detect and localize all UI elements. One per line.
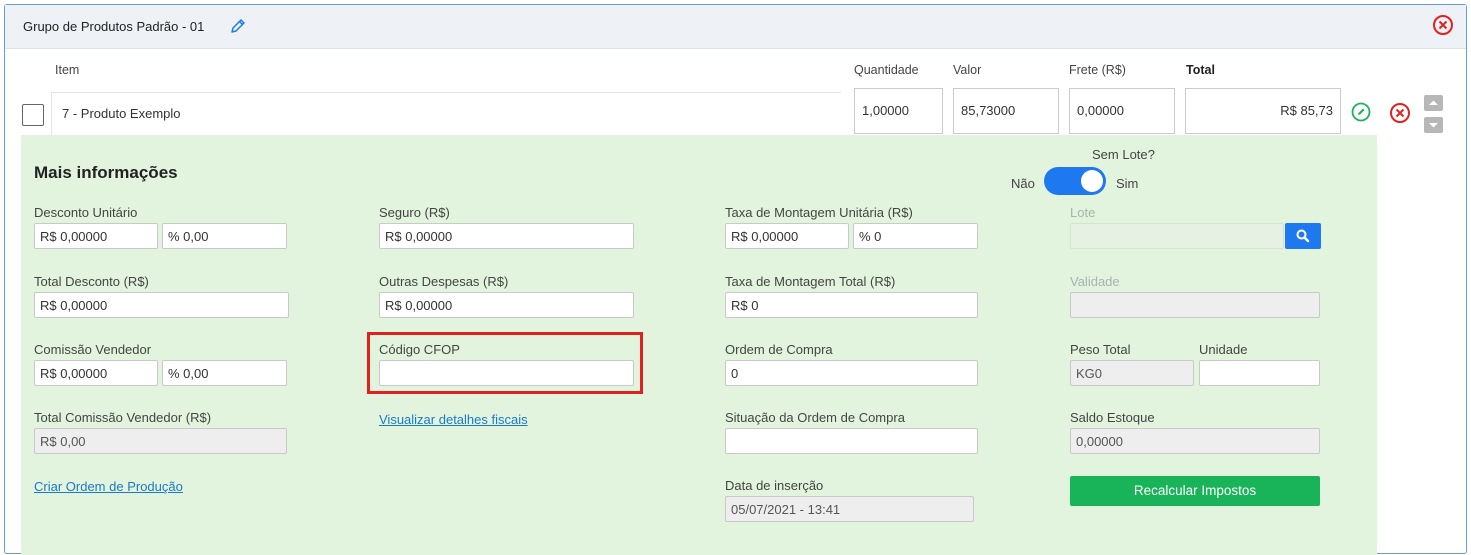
remove-row-icon[interactable] bbox=[1389, 102, 1411, 124]
comissao-vendedor-input[interactable]: R$ 0,00000 bbox=[34, 360, 158, 386]
col-header-valor: Valor bbox=[953, 63, 982, 77]
close-panel-icon[interactable] bbox=[1432, 14, 1454, 36]
row-select-checkbox[interactable] bbox=[22, 104, 44, 126]
outras-despesas-input[interactable]: R$ 0,00000 bbox=[379, 292, 634, 318]
peso-total-input[interactable]: KG0 bbox=[1070, 360, 1194, 386]
total-comissao-label: Total Comissão Vendedor (R$) bbox=[34, 410, 212, 425]
valor-input[interactable]: 85,73000 bbox=[953, 88, 1059, 134]
sem-lote-label: Sem Lote? bbox=[1092, 147, 1155, 162]
visualizar-detalhes-fiscais-link[interactable]: Visualizar detalhes fiscais bbox=[379, 412, 528, 427]
unidade-label: Unidade bbox=[1199, 342, 1248, 357]
cfop-highlight-box bbox=[367, 332, 643, 394]
taxa-montagem-total-input[interactable]: R$ 0 bbox=[725, 292, 978, 318]
quantidade-input[interactable]: 1,00000 bbox=[854, 88, 943, 134]
edit-row-icon[interactable] bbox=[1351, 102, 1371, 122]
peso-total-label: Peso Total bbox=[1070, 342, 1131, 357]
move-up-icon[interactable] bbox=[1424, 95, 1443, 111]
validade-label: Validade bbox=[1070, 274, 1120, 289]
desconto-unitario-percent-input[interactable]: % 0,00 bbox=[162, 223, 287, 249]
move-down-icon[interactable] bbox=[1424, 117, 1443, 133]
data-insercao-input: 05/07/2021 - 13:41 bbox=[725, 496, 974, 522]
unidade-input[interactable] bbox=[1199, 360, 1320, 386]
taxa-montagem-total-label: Taxa de Montagem Total (R$) bbox=[725, 274, 896, 289]
situacao-ordem-input[interactable] bbox=[725, 428, 978, 454]
desconto-unitario-input[interactable]: R$ 0,00000 bbox=[34, 223, 158, 249]
total-desconto-label: Total Desconto (R$) bbox=[34, 274, 149, 289]
ordem-compra-input[interactable]: 0 bbox=[725, 360, 978, 386]
saldo-estoque-input[interactable]: 0,00000 bbox=[1070, 428, 1320, 454]
col-header-total: Total bbox=[1186, 63, 1215, 77]
col-header-frete: Frete (R$) bbox=[1069, 63, 1126, 77]
product-group-panel: Grupo de Produtos Padrão - 01 Item Quant… bbox=[4, 4, 1467, 555]
toggle-knob bbox=[1081, 170, 1103, 192]
taxa-montagem-unitaria-percent-input[interactable]: % 0 bbox=[853, 223, 978, 249]
taxa-montagem-unitaria-input[interactable]: R$ 0,00000 bbox=[725, 223, 849, 249]
criar-ordem-producao-link[interactable]: Criar Ordem de Produção bbox=[34, 479, 183, 494]
panel-header: Grupo de Produtos Padrão - 01 bbox=[5, 5, 1466, 49]
sem-lote-on-label: Sim bbox=[1116, 176, 1139, 191]
saldo-estoque-label: Saldo Estoque bbox=[1070, 410, 1155, 425]
lote-label: Lote bbox=[1070, 205, 1096, 220]
sem-lote-off-label: Não bbox=[1011, 176, 1035, 191]
more-info-title: Mais informações bbox=[34, 163, 178, 182]
group-title: Grupo de Produtos Padrão - 01 bbox=[23, 19, 205, 34]
edit-title-pencil-icon[interactable] bbox=[229, 17, 247, 35]
desconto-unitario-label: Desconto Unitário bbox=[34, 205, 138, 220]
comissao-vendedor-percent-input[interactable]: % 0,00 bbox=[162, 360, 287, 386]
sem-lote-toggle[interactable] bbox=[1044, 167, 1106, 195]
comissao-vendedor-label: Comissão Vendedor bbox=[34, 342, 152, 357]
lote-search-button[interactable] bbox=[1285, 223, 1321, 249]
recalcular-impostos-button[interactable]: Recalcular Impostos bbox=[1070, 476, 1320, 506]
seguro-input[interactable]: R$ 0,00000 bbox=[379, 223, 634, 249]
col-header-item: Item bbox=[55, 63, 80, 77]
search-icon bbox=[1296, 229, 1310, 243]
outras-despesas-label: Outras Despesas (R$) bbox=[379, 274, 509, 289]
validade-input[interactable] bbox=[1070, 292, 1320, 318]
lote-input[interactable] bbox=[1070, 223, 1284, 249]
item-name-field[interactable]: 7 - Produto Exemplo bbox=[51, 92, 841, 135]
more-info-section: Mais informações Sem Lote? Não Sim Desco… bbox=[21, 135, 1377, 555]
taxa-montagem-unitaria-label: Taxa de Montagem Unitária (R$) bbox=[725, 205, 913, 220]
frete-input[interactable]: 0,00000 bbox=[1069, 88, 1175, 134]
data-insercao-label: Data de inserção bbox=[725, 478, 824, 493]
situacao-ordem-label: Situação da Ordem de Compra bbox=[725, 410, 905, 425]
seguro-label: Seguro (R$) bbox=[379, 205, 450, 220]
total-comissao-input[interactable]: R$ 0,00 bbox=[34, 428, 287, 454]
ordem-compra-label: Ordem de Compra bbox=[725, 342, 833, 357]
total-desconto-input[interactable]: R$ 0,00000 bbox=[34, 292, 289, 318]
col-header-quantidade: Quantidade bbox=[854, 63, 919, 77]
total-field: R$ 85,73 bbox=[1185, 88, 1341, 134]
